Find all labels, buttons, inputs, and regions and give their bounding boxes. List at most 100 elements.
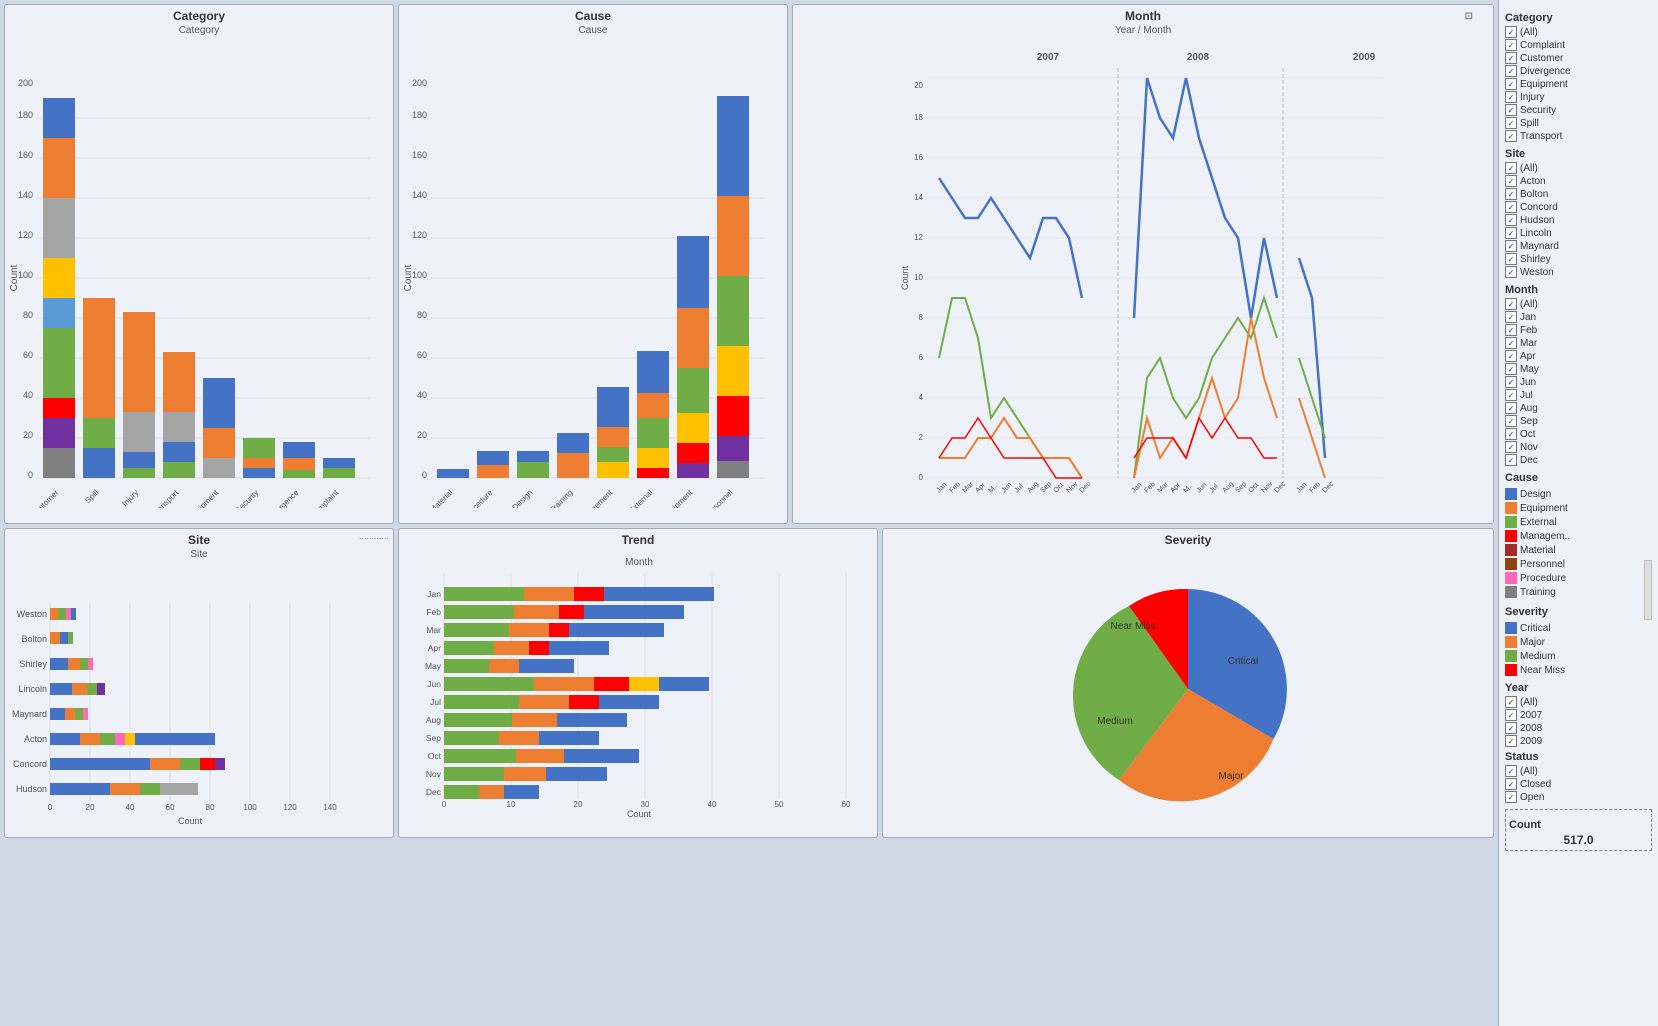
svg-text:Injury: Injury xyxy=(120,488,140,508)
cause-legend-equipment: Equipment xyxy=(1505,502,1652,514)
svg-text:60: 60 xyxy=(417,350,427,360)
svg-text:M..: M.. xyxy=(987,483,999,495)
sidebar-site-maynard[interactable]: ✓ Maynard xyxy=(1505,240,1652,252)
sidebar-site-lincoln[interactable]: ✓ Lincoln xyxy=(1505,227,1652,239)
sidebar-site-weston[interactable]: ✓ Weston xyxy=(1505,266,1652,278)
cat-bar-div-orange xyxy=(283,458,315,470)
sidebar-month-may[interactable]: ✓ May xyxy=(1505,363,1652,375)
severity-legend: Critical Major Medium Near Miss xyxy=(1505,622,1652,676)
svg-text:Equipment: Equipment xyxy=(661,488,695,508)
svg-text:14: 14 xyxy=(914,193,923,202)
sidebar-month-jan[interactable]: ✓ Jan xyxy=(1505,311,1652,323)
sidebar-month-oct[interactable]: ✓ Oct xyxy=(1505,428,1652,440)
sidebar-month-apr[interactable]: ✓ Apr xyxy=(1505,350,1652,362)
svg-text:Jul: Jul xyxy=(1013,483,1025,495)
svg-text:10: 10 xyxy=(914,273,923,282)
sidebar-month-feb[interactable]: ✓ Feb xyxy=(1505,324,1652,336)
sidebar-site-all[interactable]: ✓ (All) xyxy=(1505,162,1652,174)
svg-text:Jun: Jun xyxy=(1000,481,1013,494)
svg-text:0: 0 xyxy=(48,803,53,812)
svg-text:20: 20 xyxy=(23,430,33,440)
svg-text:Sep: Sep xyxy=(1234,481,1248,495)
svg-text:Spill: Spill xyxy=(83,488,100,505)
sidebar-site-shirley[interactable]: ✓ Shirley xyxy=(1505,253,1652,265)
cat-bar-div-green xyxy=(283,470,315,478)
svg-text:160: 160 xyxy=(412,150,427,160)
cause-bar-equip-p xyxy=(677,463,709,478)
sidebar-site-hudson[interactable]: ✓ Hudson xyxy=(1505,214,1652,226)
cause-bar-equip-o xyxy=(677,308,709,368)
svg-text:40: 40 xyxy=(417,390,427,400)
sidebar-category-title: Category xyxy=(1505,12,1652,24)
sidebar-site-bolton[interactable]: ✓ Bolton xyxy=(1505,188,1652,200)
svg-text:200: 200 xyxy=(412,78,427,88)
severity-legend-major: Major xyxy=(1505,636,1652,648)
sidebar-site-acton[interactable]: ✓ Acton xyxy=(1505,175,1652,187)
svg-text:0: 0 xyxy=(919,473,924,482)
sidebar-year-all[interactable]: ✓ (All) xyxy=(1505,696,1652,708)
cat-bar-equipment-gray xyxy=(203,458,235,478)
sidebar-status-open[interactable]: ✓ Open xyxy=(1505,791,1652,803)
svg-text:200: 200 xyxy=(18,78,33,88)
cause-scrollbar[interactable] xyxy=(1644,560,1652,620)
sidebar-status-closed[interactable]: ✓ Closed xyxy=(1505,778,1652,790)
svg-text:Design: Design xyxy=(510,488,534,508)
sidebar-item-customer[interactable]: ✓ Customer xyxy=(1505,52,1652,64)
sidebar-status-all[interactable]: ✓ (All) xyxy=(1505,765,1652,777)
site-chart-svg: Weston Bolton Shirley Lincoln Maynard Ac… xyxy=(5,562,375,832)
svg-text:Jan: Jan xyxy=(935,481,948,494)
sidebar-month-jul[interactable]: ✓ Jul xyxy=(1505,389,1652,401)
sidebar-item-transport[interactable]: ✓ Transport xyxy=(1505,130,1652,142)
cat-bar-equipment-orange xyxy=(203,428,235,458)
sidebar-item-all-cat[interactable]: ✓ (All) xyxy=(1505,26,1652,38)
cat-bar-div-blue xyxy=(283,442,315,458)
sidebar-item-security[interactable]: ✓ Security xyxy=(1505,104,1652,116)
svg-text:Dec: Dec xyxy=(426,787,442,797)
svg-text:100: 100 xyxy=(18,270,33,280)
svg-text:8: 8 xyxy=(919,313,924,322)
svg-text:30: 30 xyxy=(641,800,650,809)
svg-text:Feb: Feb xyxy=(1308,481,1322,495)
sidebar-month-jun[interactable]: ✓ Jun xyxy=(1505,376,1652,388)
svg-text:Mar: Mar xyxy=(426,625,441,635)
svg-text:Nov: Nov xyxy=(426,769,442,779)
sidebar-item-complaint[interactable]: ✓ Complaint xyxy=(1505,39,1652,51)
svg-text:Dec: Dec xyxy=(1321,480,1335,494)
svg-text:Oct: Oct xyxy=(1247,482,1260,495)
svg-text:Feb: Feb xyxy=(948,481,962,495)
sidebar-year-2007[interactable]: ✓ 2007 xyxy=(1505,709,1652,721)
svg-text:60: 60 xyxy=(842,800,851,809)
sidebar-item-divergence[interactable]: ✓ Divergence xyxy=(1505,65,1652,77)
sidebar-site-concord[interactable]: ✓ Concord xyxy=(1505,201,1652,213)
sidebar-item-spill[interactable]: ✓ Spill xyxy=(1505,117,1652,129)
svg-text:Material: Material xyxy=(428,488,455,508)
svg-text:Count: Count xyxy=(900,266,910,291)
sidebar-month-aug[interactable]: ✓ Aug xyxy=(1505,402,1652,414)
sidebar-cause-title: Cause xyxy=(1505,472,1652,484)
svg-text:140: 140 xyxy=(412,190,427,200)
svg-text:Count: Count xyxy=(627,809,652,819)
sidebar-month-sep[interactable]: ✓ Sep xyxy=(1505,415,1652,427)
cause-bar-personnel xyxy=(717,96,749,196)
sidebar-item-equipment[interactable]: ✓ Equipment xyxy=(1505,78,1652,90)
trend-title: Trend xyxy=(399,529,877,549)
svg-text:Aug: Aug xyxy=(1221,481,1235,495)
sidebar-year-2008[interactable]: ✓ 2008 xyxy=(1505,722,1652,734)
svg-text:10: 10 xyxy=(507,800,516,809)
severity-label-major: Major xyxy=(1218,771,1244,782)
sidebar-month-title: Month xyxy=(1505,284,1652,296)
sidebar-month-nov[interactable]: ✓ Nov xyxy=(1505,441,1652,453)
month-line-green-2008 xyxy=(1134,298,1277,478)
cat-bar-injury-green xyxy=(123,468,155,478)
sidebar-month-all[interactable]: ✓ (All) xyxy=(1505,298,1652,310)
sidebar-year-2009[interactable]: ✓ 2009 xyxy=(1505,735,1652,747)
sidebar-month-dec[interactable]: ✓ Dec xyxy=(1505,454,1652,466)
severity-panel: Severity Critical xyxy=(882,528,1494,838)
expand-icon[interactable]: ⊡ xyxy=(1465,11,1473,22)
sidebar-month-mar[interactable]: ✓ Mar xyxy=(1505,337,1652,349)
sidebar-item-injury[interactable]: ✓ Injury xyxy=(1505,91,1652,103)
svg-text:Personnel: Personnel xyxy=(703,488,735,508)
cause-legend-procedure: Procedure xyxy=(1505,572,1652,584)
svg-text:40: 40 xyxy=(708,800,717,809)
svg-text:Jul: Jul xyxy=(430,697,441,707)
